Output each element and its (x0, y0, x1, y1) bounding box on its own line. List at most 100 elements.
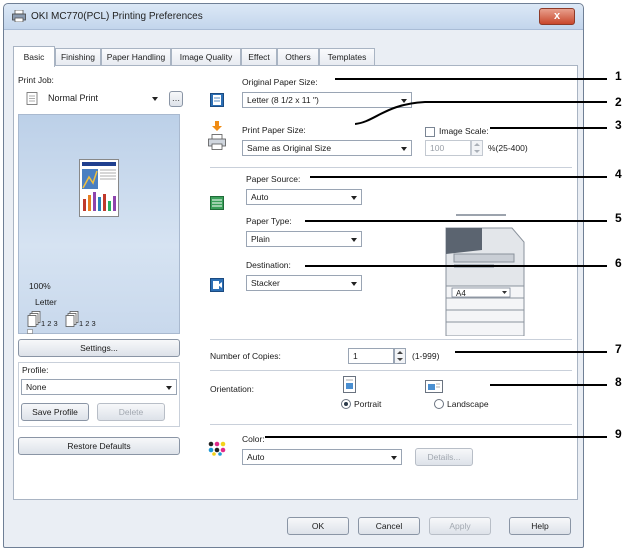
paper-type-label: Paper Type: (246, 216, 292, 226)
apply-button: Apply (429, 517, 491, 535)
copies-value: 1 (353, 351, 358, 361)
arrow-down-icon (212, 121, 222, 131)
destination-select[interactable]: Stacker (246, 275, 362, 291)
restore-defaults-button[interactable]: Restore Defaults (18, 437, 180, 455)
color-dots-icon (208, 441, 226, 456)
profile-select[interactable]: None (21, 379, 177, 395)
callout-number: 2 (615, 95, 622, 109)
destination-label: Destination: (246, 260, 291, 270)
print-job-more-button[interactable]: … (169, 91, 183, 107)
callout-number: 1 (615, 69, 622, 83)
collate-set-1: 1 2 3 (41, 319, 58, 328)
callout-number: 4 (615, 167, 622, 181)
tab-paper-handling[interactable]: Paper Handling (101, 48, 171, 66)
print-job-value: Normal Print (48, 93, 99, 103)
printer-illustration (445, 214, 525, 336)
original-paper-size-label: Original Paper Size: (242, 77, 318, 87)
printing-preferences-window: OKI MC770(PCL) Printing Preferences x Ba… (3, 3, 584, 548)
landscape-radio[interactable] (434, 399, 444, 409)
callout-number: 3 (615, 118, 622, 132)
print-paper-size-label: Print Paper Size: (242, 125, 306, 135)
chevron-down-icon (152, 97, 158, 101)
chevron-down-icon (351, 238, 357, 242)
print-job-label: Print Job: (18, 75, 54, 85)
callout-number: 8 (615, 375, 622, 389)
profile-group: Profile: None Save Profile Delete (18, 362, 180, 427)
collate-pages-icon (27, 311, 41, 327)
save-profile-button[interactable]: Save Profile (21, 403, 89, 421)
callout-line (455, 351, 607, 353)
collate-set-2: 1 2 3 (79, 319, 96, 328)
paper-source-value: Auto (251, 192, 269, 202)
tab-finishing[interactable]: Finishing (55, 48, 101, 66)
small-doc-icon (27, 329, 33, 334)
paper-type-value: Plain (251, 234, 270, 244)
tab-templates[interactable]: Templates (319, 48, 375, 66)
callout-line (305, 265, 607, 267)
print-preview: 100% Letter 1 2 3 1 2 3 (18, 114, 180, 334)
copies-input[interactable]: 1 (348, 348, 394, 364)
window-title: OKI MC770(PCL) Printing Preferences (31, 11, 203, 22)
copies-range: (1-999) (412, 351, 440, 361)
tab-others[interactable]: Others (277, 48, 319, 66)
image-scale-input: 100 (425, 140, 471, 156)
copies-spinner[interactable] (394, 348, 406, 364)
callout-line (310, 176, 607, 178)
printer-icon (12, 10, 26, 22)
close-button[interactable]: x (539, 8, 575, 25)
collate-pages-icon (65, 311, 79, 327)
tab-effect[interactable]: Effect (241, 48, 277, 66)
chevron-down-icon (166, 386, 172, 390)
color-select[interactable]: Auto (242, 449, 402, 465)
destination-value: Stacker (251, 278, 280, 288)
document-icon (26, 92, 38, 105)
portrait-page-icon (343, 376, 356, 393)
preview-paper: Letter (35, 297, 57, 307)
cancel-button[interactable]: Cancel (358, 517, 420, 535)
paper-source-label: Paper Source: (246, 174, 301, 184)
paper-type-select[interactable]: Plain (246, 231, 362, 247)
original-paper-size-value: Letter (8 1/2 x 11 ") (247, 95, 319, 105)
tab-basic[interactable]: Basic (13, 46, 55, 67)
details-button: Details... (415, 448, 473, 466)
callout-line (490, 384, 607, 386)
tab-image-quality[interactable]: Image Quality (171, 48, 241, 66)
original-paper-size-icon (210, 93, 224, 107)
paper-source-select[interactable]: Auto (246, 189, 362, 205)
chevron-down-icon (351, 282, 357, 286)
print-job-select[interactable]: Normal Print (44, 91, 162, 107)
portrait-radio[interactable] (341, 399, 351, 409)
callout-line (490, 127, 607, 129)
paper-source-tray-icon (210, 196, 224, 210)
title-bar[interactable]: OKI MC770(PCL) Printing Preferences x (4, 4, 583, 30)
printer-paper-display: A4 (456, 289, 466, 298)
ok-button[interactable]: OK (287, 517, 349, 535)
callout-line (265, 436, 607, 438)
divider (210, 339, 572, 340)
color-label: Color: (242, 434, 265, 444)
destination-output-icon (210, 278, 224, 292)
callout-number: 6 (615, 256, 622, 270)
profile-value: None (26, 382, 47, 392)
spinner-arrows-icon (474, 143, 480, 153)
image-scale-checkbox[interactable] (425, 127, 435, 137)
help-button[interactable]: Help (509, 517, 571, 535)
preview-scale: 100% (29, 281, 51, 291)
image-scale-range: %(25-400) (488, 143, 528, 153)
print-paper-size-icon (208, 134, 226, 150)
divider (210, 370, 572, 371)
copies-label: Number of Copies: (210, 351, 281, 361)
callout-number: 9 (615, 427, 622, 441)
image-scale-spinner (471, 140, 483, 156)
callout-line (305, 220, 607, 222)
image-scale-value: 100 (430, 143, 445, 153)
print-paper-size-select[interactable]: Same as Original Size (242, 140, 412, 156)
image-scale-label: Image Scale: (439, 126, 489, 136)
settings-button[interactable]: Settings... (18, 339, 180, 357)
callout-number: 5 (615, 211, 622, 225)
delete-profile-button: Delete (97, 403, 165, 421)
chevron-down-icon (401, 147, 407, 151)
portrait-label: Portrait (354, 399, 382, 409)
callout-line (335, 78, 607, 80)
orientation-label: Orientation: (210, 384, 254, 394)
